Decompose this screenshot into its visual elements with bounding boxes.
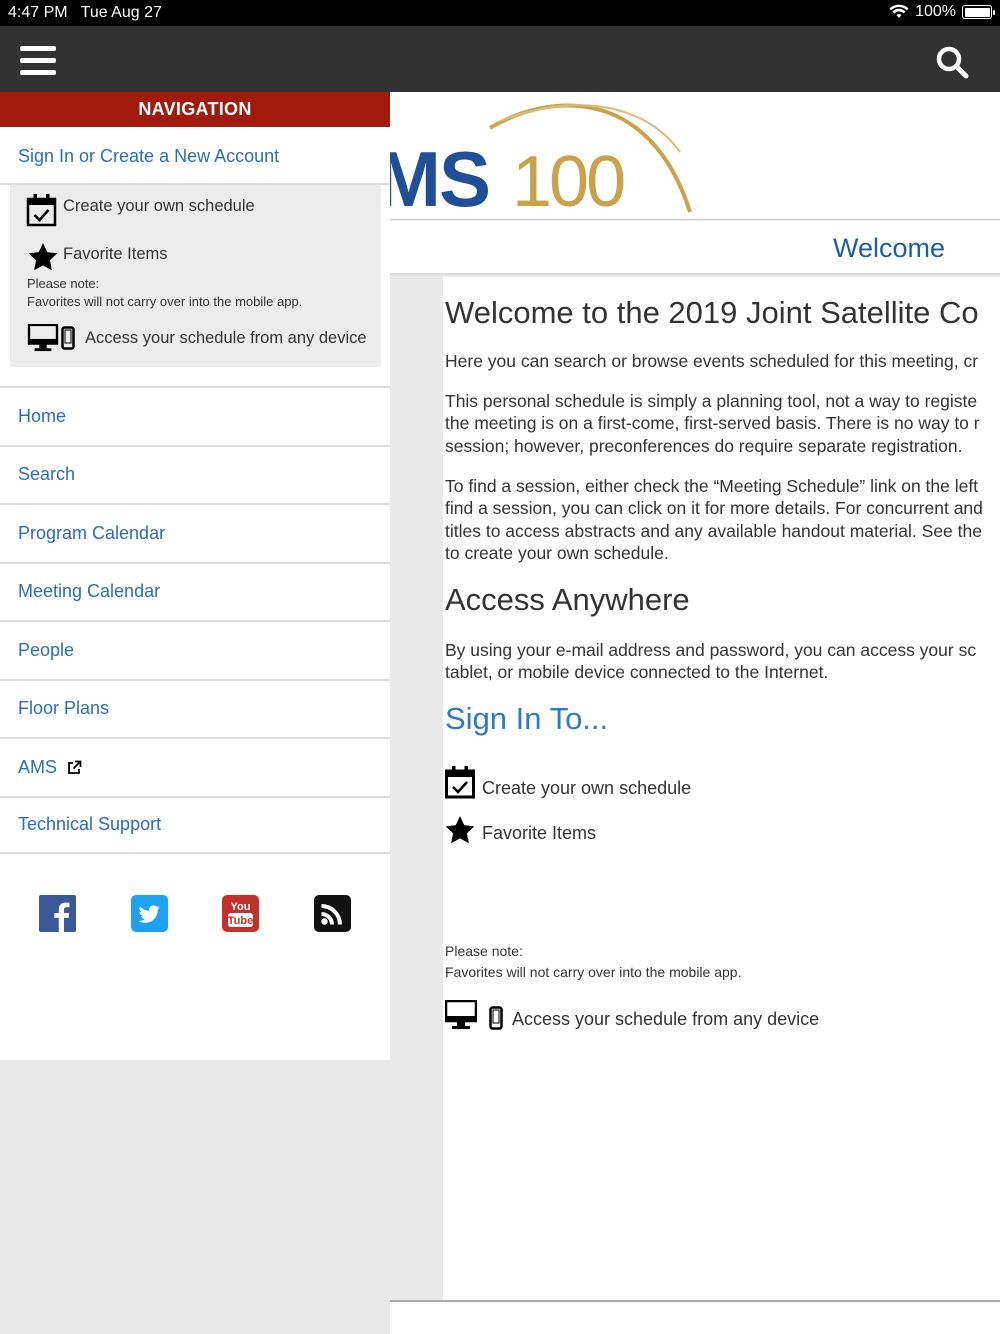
search-icon[interactable] <box>934 44 970 80</box>
svg-text:100: 100 <box>512 142 624 220</box>
welcome-tab-row: Welcome <box>390 221 1000 275</box>
bottom-strip <box>390 1302 1000 1334</box>
social-links: You Tube <box>0 895 390 935</box>
status-bar: 4:47 PM Tue Aug 27 100% <box>0 0 1000 26</box>
nav-item-ams[interactable]: AMS <box>0 737 390 796</box>
find-session-paragraph: To find a session, either check the “Mee… <box>445 476 983 563</box>
intro-paragraph: Here you can search or browse events sch… <box>445 351 979 371</box>
battery-icon <box>962 5 995 19</box>
external-link-icon <box>68 760 82 774</box>
twitter-icon[interactable] <box>131 895 168 932</box>
status-right: 100% <box>889 3 995 21</box>
calendar-check-icon <box>445 766 475 799</box>
nav-item-ams-label: AMS <box>18 756 58 777</box>
svg-text:You: You <box>231 901 251 913</box>
status-time-text: 4:47 PM <box>8 4 68 21</box>
star-icon <box>28 243 58 271</box>
feature-favorites-label: Favorite Items <box>482 823 597 843</box>
mobile-icon <box>489 1006 503 1030</box>
desktop-icon <box>445 1000 477 1029</box>
navigation-drawer: NAVIGATION Sign In or Create a New Accou… <box>0 92 390 1060</box>
drawer-feature-access: Access your schedule from any device <box>27 324 367 352</box>
nav-item-floor-plans[interactable]: Floor Plans <box>0 678 390 738</box>
top-bar <box>0 26 1000 92</box>
drawer-feature-access-label: Access your schedule from any device <box>85 328 367 347</box>
planning-paragraph: This personal schedule is simply a plann… <box>445 391 980 456</box>
calendar-check-icon <box>26 194 57 227</box>
feature-access: Access your schedule from any device <box>445 1000 819 1030</box>
mobile-icon <box>61 326 75 350</box>
drawer-note-text: Favorites will not carry over into the m… <box>27 294 303 309</box>
drawer-header: NAVIGATION <box>0 92 390 127</box>
sign-in-heading[interactable]: Sign In To... <box>445 701 608 737</box>
hamburger-menu-icon[interactable] <box>20 46 56 76</box>
access-paragraph: By using your e-mail address and passwor… <box>445 640 977 683</box>
nav-item-people[interactable]: People <box>0 620 390 679</box>
favorites-note-text: Favorites will not carry over into the m… <box>445 964 742 980</box>
nav-list: Home Search Program Calendar Meeting Cal… <box>0 386 390 854</box>
feature-schedule-label: Create your own schedule <box>482 778 692 798</box>
nav-item-search[interactable]: Search <box>0 444 390 504</box>
svg-text:MS: MS <box>390 135 489 220</box>
svg-text:Tube: Tube <box>228 915 253 927</box>
facebook-icon[interactable] <box>39 895 76 932</box>
drawer-feature-favorites-row: Favorite Items <box>28 243 168 271</box>
nav-item-program-calendar[interactable]: Program Calendar <box>0 503 390 562</box>
welcome-content: Welcome to the 2019 Joint Satellite Co H… <box>443 277 1000 1301</box>
page-title: Welcome to the 2019 Joint Satellite Co <box>445 295 979 330</box>
sign-in-link[interactable]: Sign In or Create a New Account <box>18 146 279 167</box>
main-content: MS 100 Welcome Welcome to the 2019 Joint… <box>390 92 1000 1334</box>
nav-item-technical-support[interactable]: Technical Support <box>0 795 390 854</box>
banner: MS 100 <box>390 92 1000 220</box>
feature-schedule: Create your own schedule <box>445 766 691 799</box>
access-anywhere-heading: Access Anywhere <box>445 582 690 617</box>
nav-item-meeting-calendar[interactable]: Meeting Calendar <box>0 561 390 621</box>
feature-access-label: Access your schedule from any device <box>512 1009 820 1029</box>
rss-icon[interactable] <box>314 895 351 932</box>
nav-item-home[interactable]: Home <box>0 386 390 445</box>
status-time: 4:47 PM Tue Aug 27 <box>8 4 162 22</box>
youtube-icon[interactable]: You Tube <box>222 895 259 932</box>
features-box: Create your own schedule Favorite Items … <box>10 185 381 367</box>
drawer-feature-schedule-label: Create your own schedule <box>63 197 255 215</box>
desktop-icon <box>27 324 59 352</box>
drawer-feature-schedule: Create your own schedule <box>26 194 255 227</box>
wifi-icon <box>889 4 909 18</box>
battery-percent: 100% <box>915 3 956 20</box>
tab-welcome[interactable]: Welcome <box>833 233 945 264</box>
meeting-logo: MS 100 <box>390 103 692 220</box>
favorites-note-label: Please note: <box>445 943 523 959</box>
drawer-note-label: Please note: <box>27 276 100 291</box>
star-icon <box>445 816 475 844</box>
drawer-feature-favorites-label: Favorite Items <box>63 244 168 263</box>
status-date: Tue Aug 27 <box>80 4 162 21</box>
feature-favorites: Favorite Items <box>445 816 596 844</box>
